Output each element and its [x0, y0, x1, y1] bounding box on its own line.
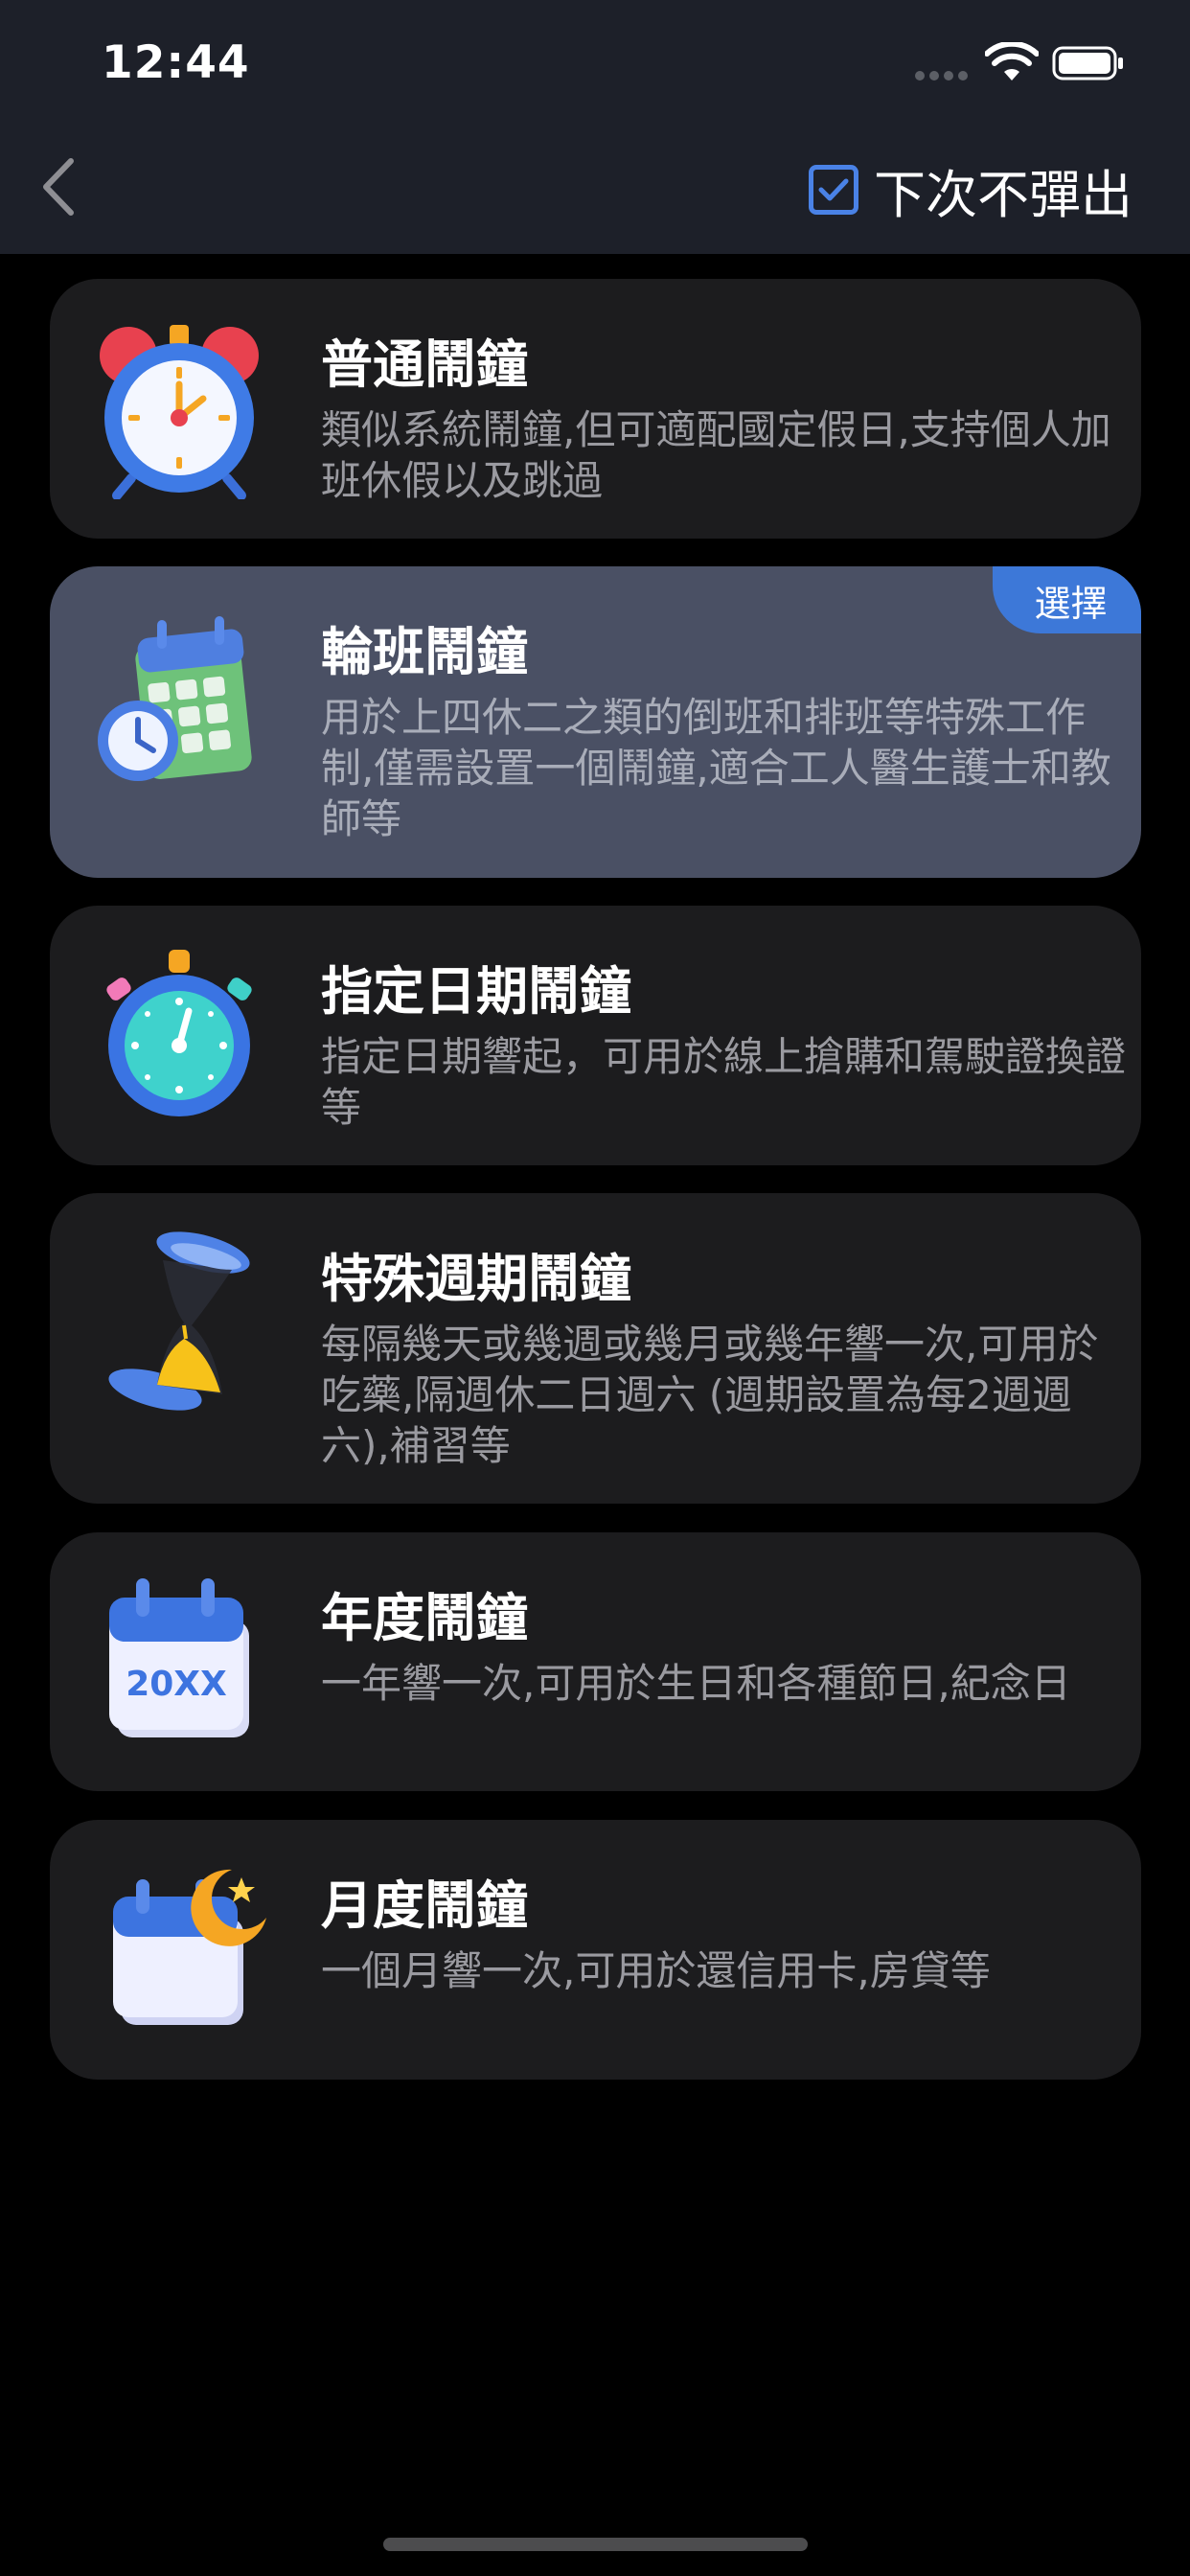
- card-description: 指定日期響起，可用於線上搶購和駕駛證換證等: [321, 1033, 1127, 1131]
- card-description: 每隔幾天或幾週或幾月或幾年響一次,可用於吃藥,隔週休二日週六 (週期設置為每2週…: [321, 1321, 1099, 1469]
- selected-badge: 選擇: [993, 566, 1141, 633]
- card-title: 月度鬧鐘: [321, 1875, 528, 1936]
- top-bar: 12:44 下次不彈出: [0, 0, 1190, 254]
- hourglass-icon: [108, 1231, 250, 1411]
- card-description: 一年響一次,可用於生日和各種節日,紀念日: [321, 1660, 1071, 1707]
- card-title: 特殊週期鬧鐘: [321, 1249, 631, 1309]
- back-button[interactable]: [29, 153, 86, 220]
- cellular-signal-icon: [915, 71, 968, 80]
- alarm-type-card-shift[interactable]: 選擇 輪班鬧鐘 用於上四休二之類的倒班和排班等特殊工作制,僅需設置一個鬧鐘,適合…: [50, 566, 1141, 878]
- battery-icon: [1052, 46, 1123, 80]
- monthly-calendar-moon-icon: [113, 1869, 266, 2025]
- wifi-icon: [985, 42, 1039, 80]
- alarm-type-card-yearly[interactable]: 20XX 年度鬧鐘 一年響一次,可用於生日和各種節日,紀念日: [50, 1532, 1141, 1791]
- card-title: 年度鬧鐘: [321, 1588, 528, 1648]
- calendar-clock-icon: [98, 616, 252, 781]
- chevron-left-icon: [43, 158, 74, 216]
- card-description: 一個月響一次,可用於還信用卡,房貸等: [321, 1947, 991, 1994]
- card-description: 用於上四休二之類的倒班和排班等特殊工作制,僅需設置一個鬧鐘,適合工人醫生護士和教…: [321, 694, 1111, 842]
- status-time: 12:44: [102, 36, 250, 89]
- dont-show-again-toggle[interactable]: 下次不彈出: [809, 158, 1133, 225]
- alarm-type-card-normal[interactable]: 普通鬧鐘 類似系統鬧鐘,但可適配國定假日,支持個人加班休假以及跳過: [50, 279, 1141, 539]
- alarm-type-card-monthly[interactable]: 月度鬧鐘 一個月響一次,可用於還信用卡,房貸等: [50, 1820, 1141, 2080]
- card-title: 指定日期鬧鐘: [321, 961, 631, 1022]
- dont-show-again-checkbox[interactable]: [809, 165, 858, 215]
- stopwatch-icon: [106, 950, 252, 1116]
- checkmark-icon: [818, 178, 849, 201]
- alarm-type-card-special-cycle[interactable]: 特殊週期鬧鐘 每隔幾天或幾週或幾月或幾年響一次,可用於吃藥,隔週休二日週六 (週…: [50, 1193, 1141, 1504]
- alarm-type-card-specific-date[interactable]: 指定日期鬧鐘 指定日期響起，可用於線上搶購和駕駛證換證等: [50, 906, 1141, 1165]
- home-indicator: [383, 2538, 808, 2551]
- yearly-calendar-icon: 20XX: [109, 1578, 249, 1737]
- alarm-clock-icon: [100, 325, 259, 499]
- card-title: 輪班鬧鐘: [321, 622, 528, 682]
- dont-show-again-label: 下次不彈出: [874, 164, 1133, 225]
- card-description: 類似系統鬧鐘,但可適配國定假日,支持個人加班休假以及跳過: [321, 406, 1111, 504]
- calendar-year-label: 20XX: [126, 1665, 227, 1704]
- card-title: 普通鬧鐘: [321, 334, 528, 395]
